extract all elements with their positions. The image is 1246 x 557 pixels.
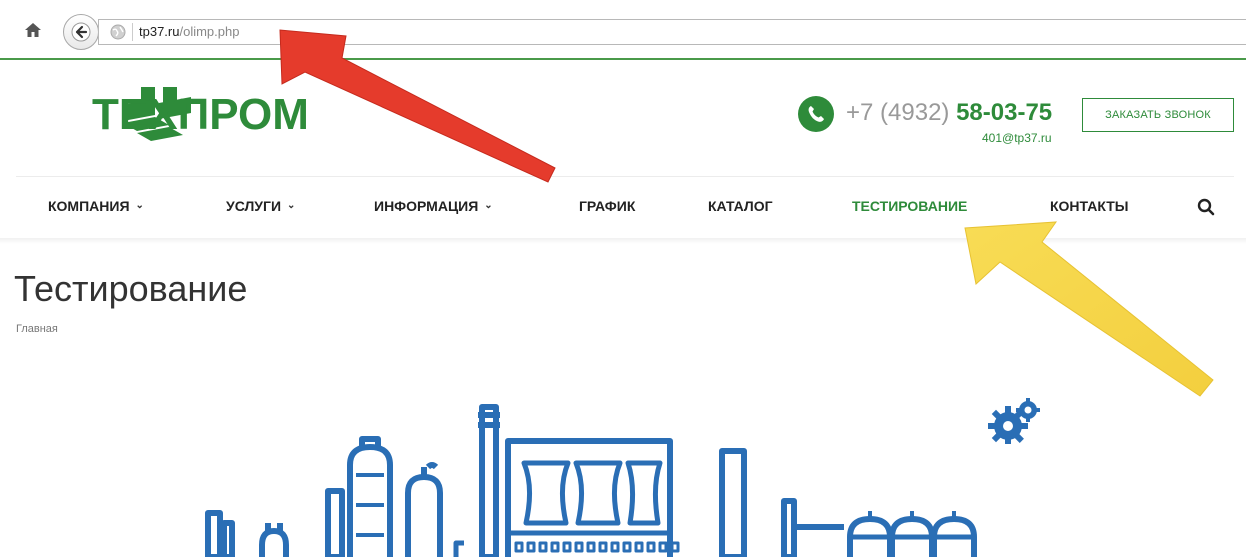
back-button[interactable] (63, 14, 99, 50)
address-bar[interactable] (98, 19, 1246, 45)
breadcrumb-home[interactable]: Главная (16, 323, 58, 335)
url-path: /olimp.php (179, 24, 240, 39)
callback-button[interactable]: ЗАКАЗАТЬ ЗВОНОК (1082, 98, 1234, 132)
url-text[interactable]: tp37.ru/olimp.php (139, 24, 239, 39)
chevron-down-icon: ⌄ (135, 199, 144, 211)
nav-item-catalog[interactable]: КАТАЛОГ (708, 198, 773, 214)
nav-item-label: КОНТАКТЫ (1050, 198, 1129, 214)
chevron-down-icon: ⌄ (484, 199, 493, 211)
yellow-arrow-icon (964, 221, 1214, 397)
nav-item-company[interactable]: КОМПАНИЯ ⌄ (48, 198, 144, 214)
phone-prefix: +7 (4932) (846, 99, 950, 126)
page-title: Тестирование (14, 268, 248, 309)
industrial-plant-illustration (205, 404, 977, 557)
nav-item-services[interactable]: УСЛУГИ ⌄ (226, 198, 295, 214)
globe-icon (110, 24, 126, 40)
gears-icon (988, 398, 1040, 444)
phone-icon (798, 96, 834, 132)
logo-text[interactable]: ТЕХПРОМ (92, 87, 309, 143)
home-icon[interactable] (22, 19, 44, 41)
nav-item-information[interactable]: ИНФОРМАЦИЯ ⌄ (374, 198, 493, 214)
nav-item-label: УСЛУГИ (226, 198, 282, 214)
nav-item-contacts[interactable]: КОНТАКТЫ (1050, 198, 1128, 214)
main-nav: КОМПАНИЯ ⌄ УСЛУГИ ⌄ ИНФОРМАЦИЯ ⌄ ГРАФИК … (0, 186, 1246, 226)
nav-item-schedule[interactable]: ГРАФИК (579, 198, 635, 214)
url-domain: tp37.ru (139, 24, 180, 39)
nav-shadow (0, 238, 1246, 244)
header-divider (16, 176, 1234, 177)
nav-item-label: КОМПАНИЯ (48, 198, 130, 214)
nav-item-testing[interactable]: ТЕСТИРОВАНИЕ (852, 198, 967, 214)
phone-number[interactable]: +7 (4932) 58-03-75 (846, 98, 1052, 128)
nav-item-label: ИНФОРМАЦИЯ (374, 198, 479, 214)
chevron-down-icon: ⌄ (287, 199, 296, 211)
search-icon[interactable] (1197, 198, 1215, 216)
phone-main: 58-03-75 (956, 99, 1053, 126)
browser-toolbar: tp37.ru/olimp.php (0, 0, 1246, 60)
nav-item-label: ГРАФИК (579, 198, 636, 214)
nav-item-label: ТЕСТИРОВАНИЕ (852, 198, 968, 214)
email-link[interactable]: 401@tp37.ru (982, 131, 1052, 145)
nav-item-label: КАТАЛОГ (708, 198, 773, 214)
back-arrow-icon (71, 22, 91, 42)
url-separator (132, 23, 133, 41)
